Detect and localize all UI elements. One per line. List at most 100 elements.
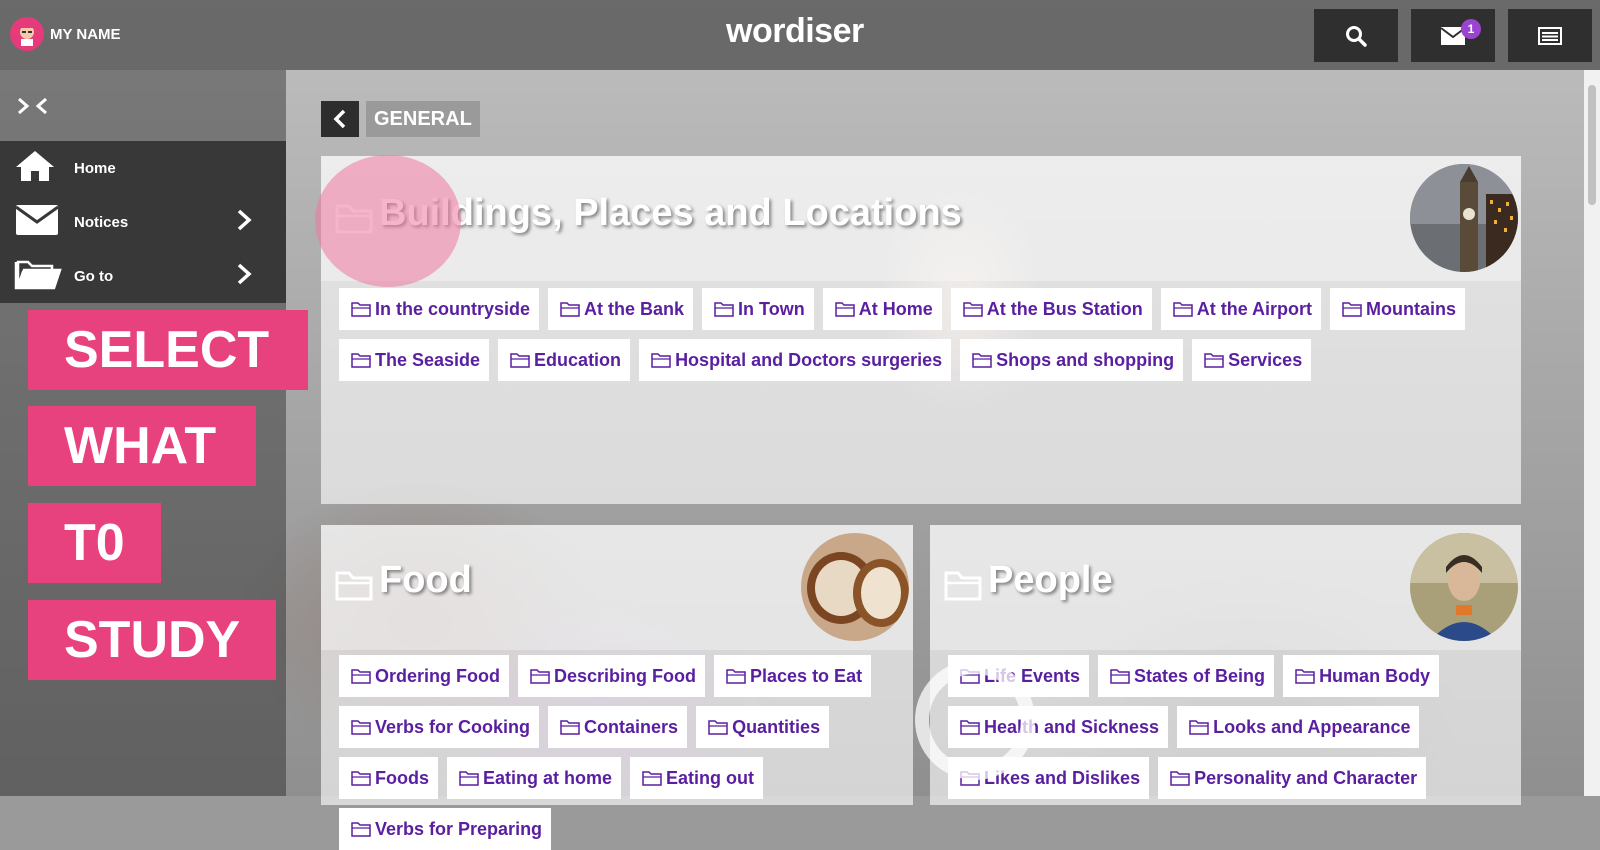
card-photo-person — [1410, 533, 1518, 641]
scrollbar[interactable] — [1584, 70, 1600, 796]
card-title[interactable]: People — [988, 559, 1113, 602]
folder-icon — [708, 720, 728, 735]
chevron-right-icon — [236, 209, 252, 236]
folder-icon — [651, 353, 671, 368]
user-profile[interactable]: MY NAME — [10, 17, 121, 51]
subcategory-chip[interactable]: Verbs for Preparing — [339, 808, 552, 850]
folder-icon — [351, 771, 371, 786]
promo-tag-what: WHAT — [28, 406, 256, 486]
cursor-ring — [915, 660, 1035, 780]
sidebar-item-label: Home — [74, 159, 116, 177]
card-photo-bigben — [1410, 164, 1518, 272]
folder-icon — [1342, 302, 1362, 317]
folder-open-icon — [14, 256, 62, 297]
folder-icon — [351, 822, 371, 837]
folder-icon — [642, 771, 662, 786]
collapse-arrows-icon[interactable] — [16, 96, 50, 122]
folder-icon — [351, 302, 371, 317]
subcategory-chip[interactable]: In Town — [702, 288, 814, 330]
logo[interactable]: wordiser — [726, 12, 864, 51]
list-icon — [1538, 26, 1562, 45]
subcategory-chip[interactable]: Personality and Character — [1158, 757, 1427, 799]
envelope-icon — [14, 203, 60, 242]
sidebar-item-label: Go to — [74, 267, 114, 285]
sidebar: Home Notices Go to SELECT WHAT T0 STUDY — [0, 70, 308, 796]
sidebar-menu: Home Notices Go to — [0, 141, 286, 303]
avatar — [10, 17, 44, 51]
card-title[interactable]: Food — [379, 559, 472, 602]
category-card-food[interactable]: Food Ordering Food Describing Food Place… — [321, 525, 913, 850]
subcategory-chip[interactable]: In the countryside — [339, 288, 540, 330]
sidebar-item-home[interactable]: Home — [0, 141, 286, 195]
folder-icon — [1110, 669, 1130, 684]
category-card-people[interactable]: People Life Events States of Being Human… — [930, 525, 1521, 805]
folder-icon — [560, 720, 580, 735]
subcategory-chip[interactable]: Ordering Food — [339, 655, 509, 697]
folder-icon — [1189, 720, 1209, 735]
folder-icon — [351, 353, 371, 368]
folder-icon — [351, 669, 371, 684]
subcategory-chip[interactable]: Looks and Appearance — [1177, 706, 1420, 748]
promo-tag-select: SELECT — [28, 310, 308, 390]
messages-button[interactable]: 1 — [1411, 9, 1495, 62]
sidebar-item-notices[interactable]: Notices — [0, 195, 286, 249]
subcategory-chip[interactable]: At the Airport — [1160, 288, 1322, 330]
subcategory-chip[interactable]: Eating at home — [447, 757, 622, 799]
folder-icon — [459, 771, 479, 786]
folder-icon — [530, 669, 550, 684]
scrollbar-thumb[interactable] — [1588, 85, 1596, 205]
folder-icon — [962, 302, 983, 317]
search-button[interactable] — [1314, 9, 1398, 62]
promo-tag-study: STUDY — [28, 600, 276, 680]
subcategory-chip[interactable]: Foods — [339, 757, 438, 799]
chevron-left-icon — [333, 109, 346, 129]
folder-icon — [1204, 353, 1224, 368]
subcategory-list: In the countryside At the Bank In Town A… — [339, 288, 1507, 381]
folder-icon — [714, 302, 734, 317]
subcategory-chip[interactable]: At the Bank — [548, 288, 694, 330]
subcategory-chip[interactable]: The Seaside — [339, 339, 490, 381]
folder-icon — [510, 353, 530, 368]
folder-icon — [560, 302, 580, 317]
category-card-buildings[interactable]: Buildings, Places and Locations In the c… — [321, 156, 1521, 504]
subcategory-chip[interactable]: Services — [1192, 339, 1312, 381]
promo-tag-to: T0 — [28, 503, 161, 583]
folder-icon — [1172, 302, 1193, 317]
folder-icon — [726, 669, 746, 684]
subcategory-chip[interactable]: Human Body — [1283, 655, 1440, 697]
sidebar-item-label: Notices — [74, 213, 129, 231]
breadcrumb[interactable]: GENERAL — [366, 101, 480, 137]
subcategory-chip[interactable]: Shops and shopping — [960, 339, 1184, 381]
subcategory-chip[interactable]: At the Bus Station — [950, 288, 1152, 330]
subcategory-chip[interactable]: Eating out — [630, 757, 764, 799]
subcategory-chip[interactable]: Verbs for Cooking — [339, 706, 540, 748]
subcategory-chip[interactable]: Containers — [548, 706, 688, 748]
user-avatar-icon — [20, 24, 34, 46]
card-title[interactable]: Buildings, Places and Locations — [379, 192, 962, 235]
subcategory-chip[interactable]: Education — [498, 339, 631, 381]
subcategory-chip[interactable]: States of Being — [1098, 655, 1275, 697]
search-icon — [1346, 25, 1367, 47]
top-bar: MY NAME wordiser 1 — [0, 0, 1600, 70]
notification-badge: 1 — [1461, 19, 1481, 39]
pointer-highlight — [315, 155, 461, 287]
folder-icon — [335, 569, 373, 606]
sidebar-item-goto[interactable]: Go to — [0, 249, 286, 303]
subcategory-chip[interactable]: Hospital and Doctors surgeries — [639, 339, 952, 381]
folder-icon — [972, 353, 992, 368]
card-photo-bread — [801, 533, 909, 641]
subcategory-chip[interactable]: Quantities — [696, 706, 830, 748]
subcategory-chip[interactable]: Mountains — [1330, 288, 1466, 330]
menu-button[interactable] — [1508, 9, 1592, 62]
folder-icon — [351, 720, 371, 735]
chevron-right-icon — [236, 263, 252, 290]
subcategory-list: Ordering Food Describing Food Places to … — [339, 655, 899, 850]
subcategory-chip[interactable]: Describing Food — [518, 655, 706, 697]
folder-icon — [1295, 669, 1315, 684]
folder-icon — [944, 569, 982, 606]
folder-icon — [1170, 771, 1190, 786]
user-name: MY NAME — [50, 25, 121, 43]
subcategory-chip[interactable]: At Home — [822, 288, 942, 330]
subcategory-chip[interactable]: Places to Eat — [714, 655, 872, 697]
back-button[interactable] — [321, 101, 359, 137]
